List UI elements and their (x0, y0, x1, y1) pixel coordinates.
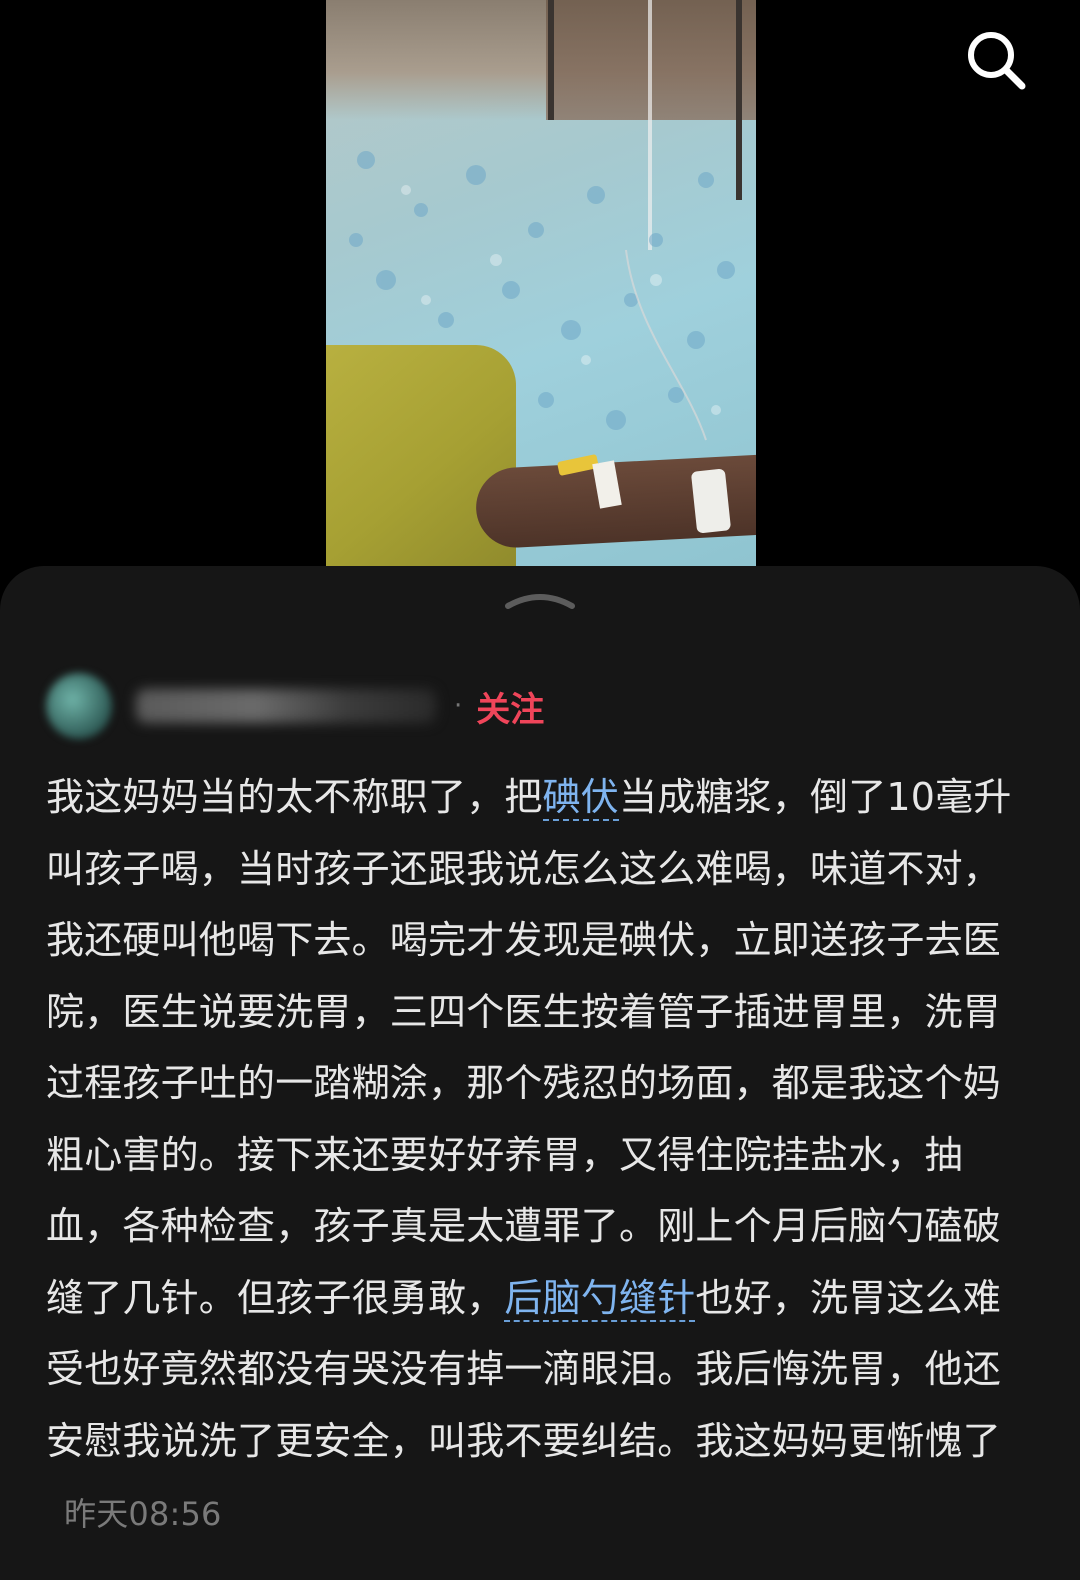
follow-button[interactable]: 关注 (476, 682, 544, 731)
comment-timestamp: 昨天08:56 (64, 1495, 222, 1533)
keyword-link-stitches[interactable]: 后脑勺缝针 (504, 1275, 696, 1322)
search-icon (968, 32, 1026, 90)
author-name[interactable] (136, 689, 436, 723)
app-screen: · 关注 我这妈妈当的太不称职了，把碘伏当成糖浆，倒了10毫升叫孩子喝，当时孩子… (0, 0, 1080, 1580)
watermark (868, 1540, 1068, 1574)
collapse-handle[interactable] (504, 588, 576, 612)
post-image[interactable] (326, 0, 756, 568)
comment-sheet: · 关注 我这妈妈当的太不称职了，把碘伏当成糖浆，倒了10毫升叫孩子喝，当时孩子… (0, 566, 1080, 1580)
separator-dot: · (454, 691, 463, 721)
image-wristband (690, 468, 732, 534)
comment-text-part2: 当成糖浆，倒了10毫升叫孩子喝，当时孩子还跟我说怎么这么难喝，味道不对，我还硬叫… (46, 775, 1012, 1320)
comment-text: 我这妈妈当的太不称职了，把碘伏当成糖浆，倒了10毫升叫孩子喝，当时孩子还跟我说怎… (46, 762, 1036, 1551)
search-button[interactable] (962, 26, 1032, 96)
keyword-link-iodophor[interactable]: 碘伏 (542, 775, 620, 821)
avatar[interactable] (46, 673, 112, 739)
comment-text-part1: 我这妈妈当的太不称职了，把 (46, 775, 543, 819)
comment-author-row: · 关注 (46, 666, 746, 746)
chevron-up-icon (505, 594, 575, 609)
